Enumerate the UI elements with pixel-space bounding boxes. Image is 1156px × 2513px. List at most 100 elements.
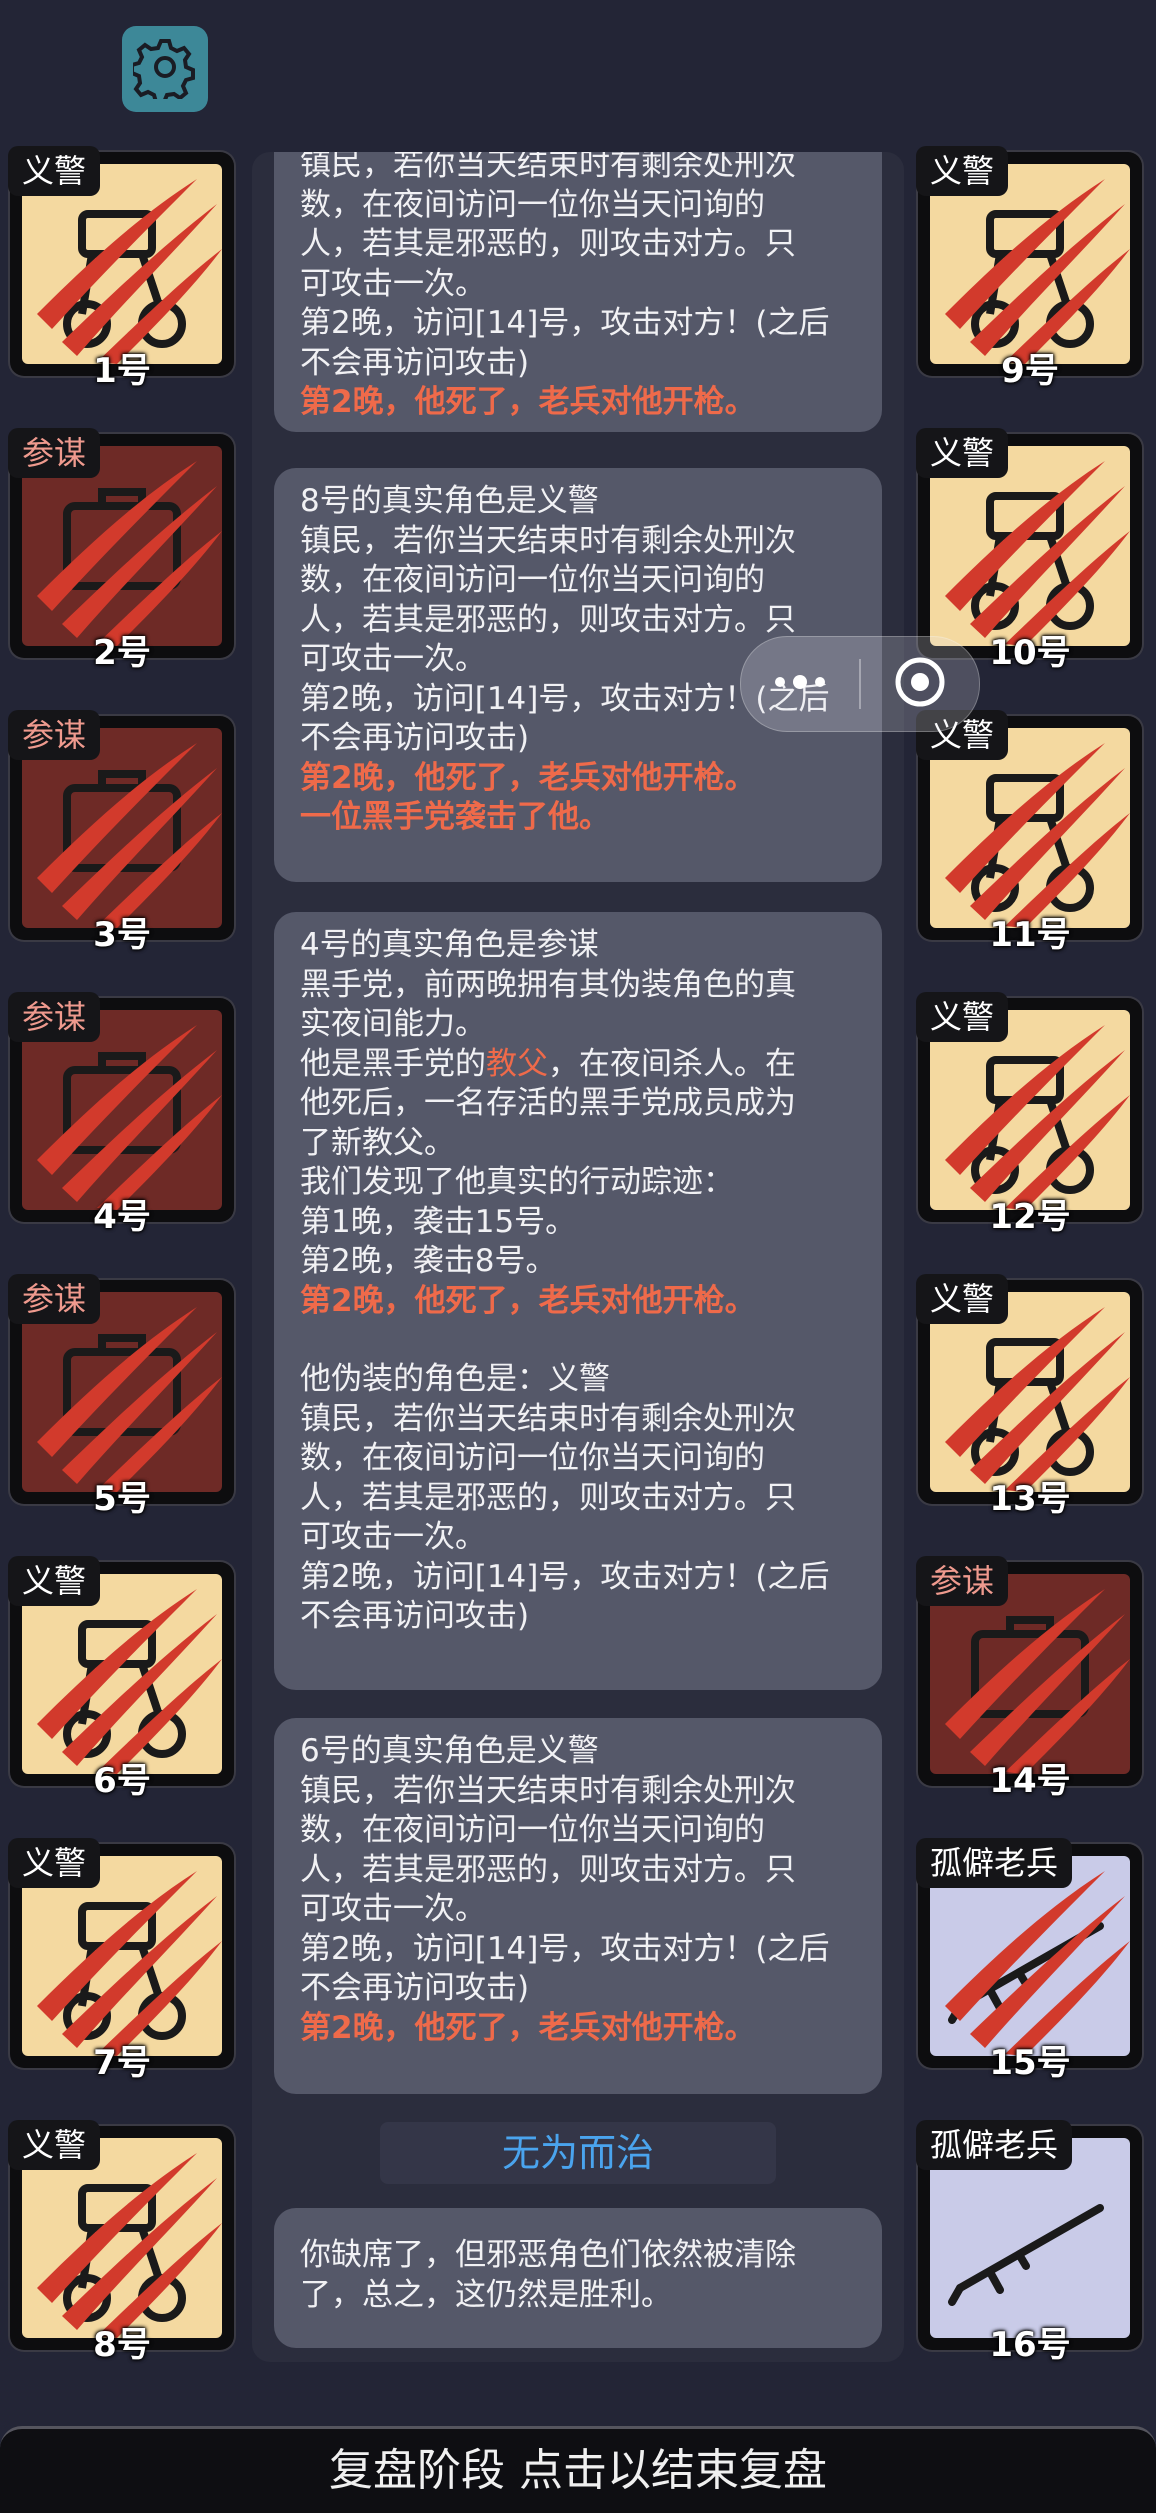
player-card-16[interactable]: 孤僻老兵 16号: [916, 2120, 1142, 2365]
log-entry: 6号的真实角色是义警 镇民，若你当天结束时有剩余处刑次 数，在夜间访问一位你当天…: [274, 1718, 882, 2094]
player-number: 13号: [989, 1479, 1071, 1519]
player-number: 3号: [93, 915, 151, 955]
log-line: 第2晚，访问[14]号，攻击对方！(之后: [300, 1558, 830, 1595]
role-tag: 义警: [8, 2120, 101, 2170]
log-line: 可攻击一次。: [300, 1519, 486, 1555]
log-line: 第2晚，访问[14]号，攻击对方！(之后: [300, 1930, 830, 1967]
role-tag: 参谋: [916, 1556, 1009, 1606]
replay-log[interactable]: 镇民，若你当天结束时有剩余处刑次 数，在夜间访问一位你当天问询的 人，若其是邪恶…: [252, 152, 904, 2362]
log-spacer: [300, 1321, 856, 1360]
mini-program-capsule: [740, 636, 980, 732]
log-line-title: 4号的真实角色是参谋: [300, 927, 599, 963]
log-line: 数，在夜间访问一位你当天问询的: [300, 1812, 765, 1848]
log-line: 镇民，若你当天结束时有剩余处刑次: [300, 1400, 796, 1437]
result-entry: 你缺席了，但邪恶角色们依然被清除 了，总之，这仍然是胜利。: [274, 2208, 882, 2348]
role-tag: 义警: [8, 146, 101, 196]
role-tag: 义警: [916, 1274, 1009, 1324]
log-line-death: 第2晚，他死了，老兵对他开枪。: [300, 2009, 756, 2046]
result-title: 无为而治: [380, 2122, 776, 2184]
player-card-3[interactable]: 参谋 3号: [8, 710, 234, 955]
log-line: 人，若其是邪恶的，则攻击对方。只: [300, 226, 796, 262]
player-card-4[interactable]: 参谋 4号: [8, 992, 234, 1237]
log-line-title: 8号的真实角色是义警: [300, 483, 599, 519]
log-entry: 镇民，若你当天结束时有剩余处刑次 数，在夜间访问一位你当天问询的 人，若其是邪恶…: [274, 152, 882, 432]
player-card-12[interactable]: 义警 12号: [916, 992, 1142, 1237]
log-line-death: 第2晚，他死了，老兵对他开枪。: [300, 384, 756, 420]
player-number: 7号: [93, 2043, 151, 2083]
log-line: 镇民，若你当天结束时有剩余处刑次: [300, 522, 796, 559]
log-line: 人，若其是邪恶的，则攻击对方。只: [300, 1479, 796, 1516]
end-replay-button[interactable]: 复盘阶段 点击以结束复盘: [0, 2426, 1156, 2513]
player-card-11[interactable]: 义警 11号: [916, 710, 1142, 955]
player-card-8[interactable]: 义警 8号: [8, 2120, 234, 2365]
log-line-death: 第2晚，他死了，老兵对他开枪。: [300, 759, 756, 796]
player-number: 14号: [989, 1761, 1071, 1801]
log-text: 他是黑手党的: [300, 1045, 486, 1082]
log-highlight: 教父: [486, 1045, 548, 1082]
player-number: 6号: [93, 1761, 151, 1801]
log-line: 了新教父。: [300, 1124, 455, 1161]
log-line-death: 第2晚，他死了，老兵对他开枪。: [300, 1282, 756, 1319]
player-card-9[interactable]: 义警 9号: [916, 146, 1142, 391]
log-line: 实夜间能力。: [300, 1006, 486, 1042]
role-tag: 参谋: [8, 710, 101, 760]
role-tag: 参谋: [8, 428, 101, 478]
role-tag: 义警: [8, 1556, 101, 1606]
log-line: 你缺席了，但邪恶角色们依然被清除: [300, 2237, 796, 2273]
log-line-death: 一位黑手党袭击了他。: [300, 799, 610, 835]
log-line: 不会再访问攻击): [300, 344, 530, 381]
role-tag: 孤僻老兵: [916, 2120, 1073, 2170]
player-card-10[interactable]: 义警 10号: [916, 428, 1142, 673]
log-line: 不会再访问攻击): [300, 1970, 530, 2006]
log-line: 人，若其是邪恶的，则攻击对方。只: [300, 1851, 796, 1888]
player-number: 5号: [93, 1479, 151, 1519]
player-number: 8号: [93, 2325, 151, 2365]
player-number: 12号: [989, 1197, 1071, 1237]
role-tag: 义警: [916, 428, 1009, 478]
log-line: 镇民，若你当天结束时有剩余处刑次: [300, 1772, 796, 1809]
role-tag: 参谋: [8, 992, 101, 1042]
more-button[interactable]: [741, 637, 859, 731]
player-card-2[interactable]: 参谋 2号: [8, 428, 234, 673]
log-line: 可攻击一次。: [300, 1891, 486, 1927]
log-line: 不会再访问攻击): [300, 1598, 530, 1634]
log-line: 他是黑手党的教父，在夜间杀人。在: [300, 1045, 856, 1085]
log-line: 第2晚，访问[14]号，攻击对方！(之后: [300, 305, 830, 341]
role-tag: 义警: [8, 1838, 101, 1888]
role-tag: 参谋: [8, 1274, 101, 1324]
log-line: 黑手党，前两晚拥有其伪装角色的真: [300, 966, 796, 1003]
log-line: 第2晚，袭击8号。: [300, 1243, 557, 1279]
player-card-15[interactable]: 孤僻老兵 15号: [916, 1838, 1142, 2083]
log-text: ，在夜间杀人。在: [548, 1045, 796, 1082]
log-line: 人，若其是邪恶的，则攻击对方。只: [300, 601, 796, 638]
target-close-icon: [892, 654, 948, 714]
log-entry: 4号的真实角色是参谋 黑手党，前两晚拥有其伪装角色的真 实夜间能力。 他是黑手党…: [274, 912, 882, 1690]
player-card-5[interactable]: 参谋 5号: [8, 1274, 234, 1519]
player-number: 1号: [93, 351, 151, 391]
player-card-14[interactable]: 参谋 14号: [916, 1556, 1142, 1801]
log-line-title: 6号的真实角色是义警: [300, 1733, 599, 1769]
player-number: 2号: [93, 633, 151, 673]
settings-button[interactable]: [122, 26, 208, 112]
player-card-13[interactable]: 义警 13号: [916, 1274, 1142, 1519]
log-line: 了，总之，这仍然是胜利。: [300, 2276, 672, 2313]
player-number: 9号: [1001, 351, 1059, 391]
role-tag: 义警: [916, 992, 1009, 1042]
close-button[interactable]: [861, 637, 979, 731]
log-line: 数，在夜间访问一位你当天问询的: [300, 186, 765, 223]
log-line: 他死后，一名存活的黑手党成员成为: [300, 1085, 796, 1121]
log-line: 他伪装的角色是：义警: [300, 1361, 610, 1397]
player-card-1[interactable]: 义警 1号: [8, 146, 234, 391]
log-line: 数，在夜间访问一位你当天问询的: [300, 562, 765, 598]
gear-icon: [130, 35, 197, 104]
player-number: 11号: [989, 915, 1071, 955]
player-number: 4号: [93, 1197, 151, 1237]
role-tag: 义警: [916, 146, 1009, 196]
log-line: 数，在夜间访问一位你当天问询的: [300, 1440, 765, 1476]
player-card-7[interactable]: 义警 7号: [8, 1838, 234, 2083]
player-number: 16号: [989, 2325, 1071, 2365]
log-line: 镇民，若你当天结束时有剩余处刑次: [300, 152, 796, 183]
log-line: 可攻击一次。: [300, 265, 486, 302]
player-card-6[interactable]: 义警 6号: [8, 1556, 234, 1801]
log-line: 我们发现了他真实的行动踪迹：: [300, 1164, 734, 1200]
